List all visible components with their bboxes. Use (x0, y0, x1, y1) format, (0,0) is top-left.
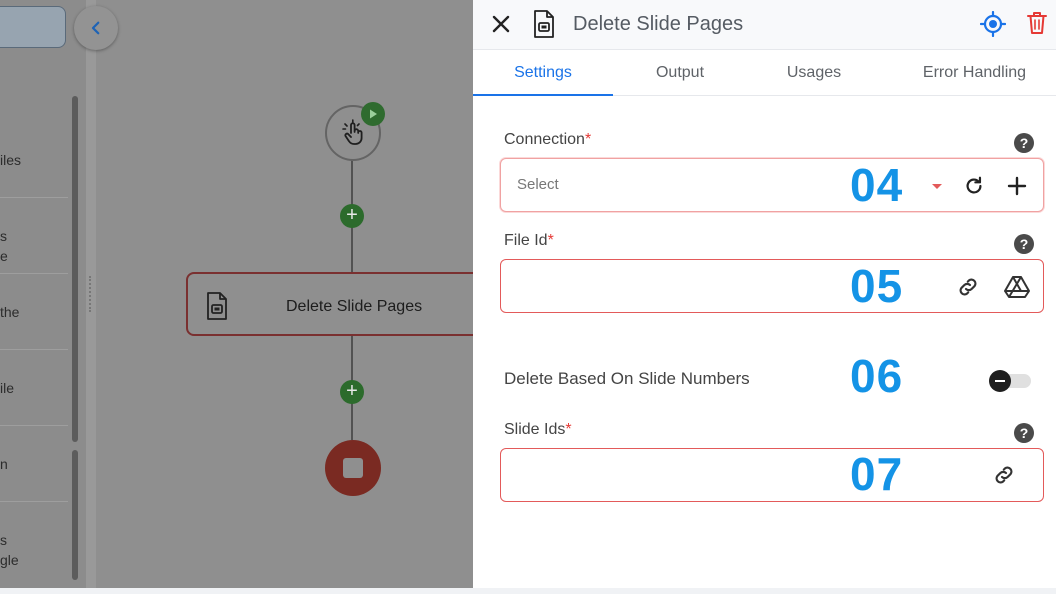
slides-file-icon (534, 10, 554, 38)
sidebar-item[interactable]: the (0, 274, 68, 350)
panel-title: Delete Slide Pages (573, 13, 744, 35)
add-step-button[interactable]: + (340, 380, 364, 404)
link-icon[interactable] (956, 275, 980, 299)
sidebar-item[interactable]: ile (0, 350, 68, 426)
splitter-grip-handle[interactable] (89, 276, 93, 312)
help-icon[interactable]: ? (1014, 133, 1034, 153)
delete-by-slide-numbers-label: Delete Based On Slide Numbers (504, 369, 750, 388)
step-node-label: Delete Slide Pages (286, 298, 423, 315)
sidebar-item-label: s (0, 228, 7, 244)
file-id-field[interactable] (500, 259, 1044, 313)
sidebar-item-label: ile (0, 380, 15, 396)
play-icon (370, 109, 377, 119)
connection-select-placeholder: Select (517, 176, 559, 193)
file-id-label: File Id* (504, 232, 554, 249)
help-icon[interactable]: ? (1014, 423, 1034, 443)
sidebar-item-label: gle (0, 552, 19, 568)
panel-header: Delete Slide Pages (473, 0, 1056, 50)
sidebar-item-label: n (0, 456, 8, 472)
sidebar-scrollbar-lower[interactable] (72, 450, 78, 580)
annotation-number: 07 (850, 448, 904, 500)
run-trigger-button[interactable] (361, 102, 385, 126)
tab-error-handling[interactable]: Error Handling (893, 50, 1056, 96)
sidebar-item[interactable]: iles (0, 140, 68, 198)
required-marker: * (547, 232, 554, 249)
annotation-number: 04 (850, 159, 904, 211)
step-node-delete-slide-pages[interactable]: Delete Slide Pages (186, 272, 486, 336)
toggle-knob (989, 370, 1011, 392)
locate-target-icon[interactable] (980, 11, 1006, 37)
annotation-number: 05 (850, 260, 904, 312)
annotation-number: 06 (850, 350, 904, 402)
required-marker: * (584, 131, 592, 148)
required-marker: * (565, 421, 572, 438)
sidebar-item[interactable]: n (0, 426, 68, 502)
link-icon[interactable] (992, 463, 1016, 487)
flow-canvas: + Delete Slide Pages + (96, 0, 486, 594)
close-icon[interactable] (489, 12, 513, 36)
sidebar-item[interactable]: s e (0, 198, 68, 274)
slides-file-icon (207, 292, 227, 320)
sidebar-top-button[interactable] (0, 6, 66, 48)
sidebar-item-label: iles (0, 152, 22, 168)
end-node[interactable] (325, 440, 381, 496)
workspace-overlay: iles s e the ile n s gle + Delete Slide … (0, 0, 486, 594)
tab-usages[interactable]: Usages (747, 50, 881, 96)
tap-gesture-icon (342, 119, 363, 145)
sidebar-list: iles s e the ile n s gle (0, 0, 86, 594)
sidebar-item-label: the (0, 304, 20, 320)
delete-icon[interactable] (1027, 11, 1047, 35)
sidebar-item-label: s (0, 532, 7, 548)
stop-icon (343, 458, 363, 478)
add-connection-icon[interactable] (1006, 175, 1028, 197)
tab-output[interactable]: Output (613, 50, 747, 96)
google-drive-icon[interactable] (1004, 275, 1030, 299)
help-icon[interactable]: ? (1014, 234, 1034, 254)
connection-select[interactable]: Select (500, 158, 1044, 212)
connection-label: Connection* (504, 131, 592, 148)
panel-tabs: Settings Output Usages Error Handling (473, 50, 1056, 96)
tab-settings[interactable]: Settings (473, 50, 613, 96)
sidebar-item-label: e (0, 248, 8, 264)
slide-ids-field[interactable] (500, 448, 1044, 502)
sidebar-item[interactable]: s gle (0, 502, 68, 588)
bottom-edge (0, 588, 1056, 594)
slide-ids-label: Slide Ids* (504, 421, 572, 438)
delete-by-slide-numbers-toggle[interactable] (989, 370, 1031, 392)
refresh-icon[interactable] (963, 175, 985, 197)
add-step-button[interactable]: + (340, 204, 364, 228)
step-settings-panel: Delete Slide Pages Settings Output Usage… (473, 0, 1056, 594)
sidebar-scrollbar[interactable] (72, 96, 78, 442)
dropdown-caret-icon[interactable] (931, 183, 943, 191)
